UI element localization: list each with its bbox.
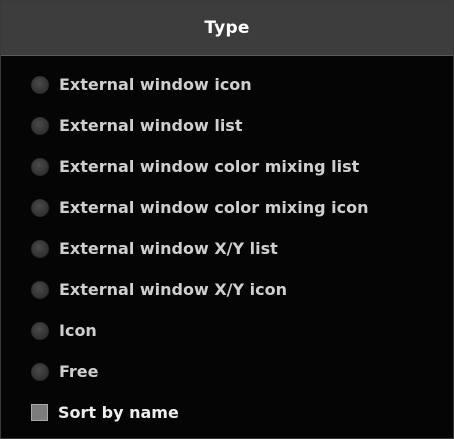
radio-button[interactable] [31, 116, 49, 135]
radio-button[interactable] [31, 362, 49, 381]
option-label: Icon [59, 321, 97, 340]
option-external-window-xy-list[interactable]: External window X/Y list [1, 228, 453, 269]
option-label: External window icon [59, 75, 252, 94]
option-label: External window X/Y list [59, 239, 278, 258]
option-free[interactable]: Free [1, 351, 453, 392]
radio-button[interactable] [31, 321, 49, 340]
option-label: External window list [59, 116, 243, 135]
option-label: Free [59, 362, 99, 381]
sort-by-name-checkbox[interactable] [31, 404, 48, 421]
sort-by-name-option[interactable]: Sort by name [1, 392, 453, 433]
panel-title: Type [204, 18, 250, 38]
option-external-window-xy-icon[interactable]: External window X/Y icon [1, 269, 453, 310]
type-options-list: External window icon External window lis… [1, 56, 453, 433]
radio-button[interactable] [31, 198, 49, 217]
option-label: External window color mixing icon [59, 198, 369, 217]
sort-by-name-label: Sort by name [58, 403, 179, 422]
option-label: External window X/Y icon [59, 280, 288, 299]
panel-header: Type [1, 1, 453, 56]
option-external-window-color-mixing-icon[interactable]: External window color mixing icon [1, 187, 453, 228]
radio-button[interactable] [31, 75, 49, 94]
option-external-window-list[interactable]: External window list [1, 105, 453, 146]
option-external-window-icon[interactable]: External window icon [1, 64, 453, 105]
radio-button[interactable] [31, 239, 49, 258]
option-external-window-color-mixing-list[interactable]: External window color mixing list [1, 146, 453, 187]
radio-button[interactable] [31, 280, 49, 299]
type-panel: Type External window icon External windo… [0, 0, 454, 439]
option-icon[interactable]: Icon [1, 310, 453, 351]
radio-button[interactable] [31, 157, 49, 176]
option-label: External window color mixing list [59, 157, 360, 176]
